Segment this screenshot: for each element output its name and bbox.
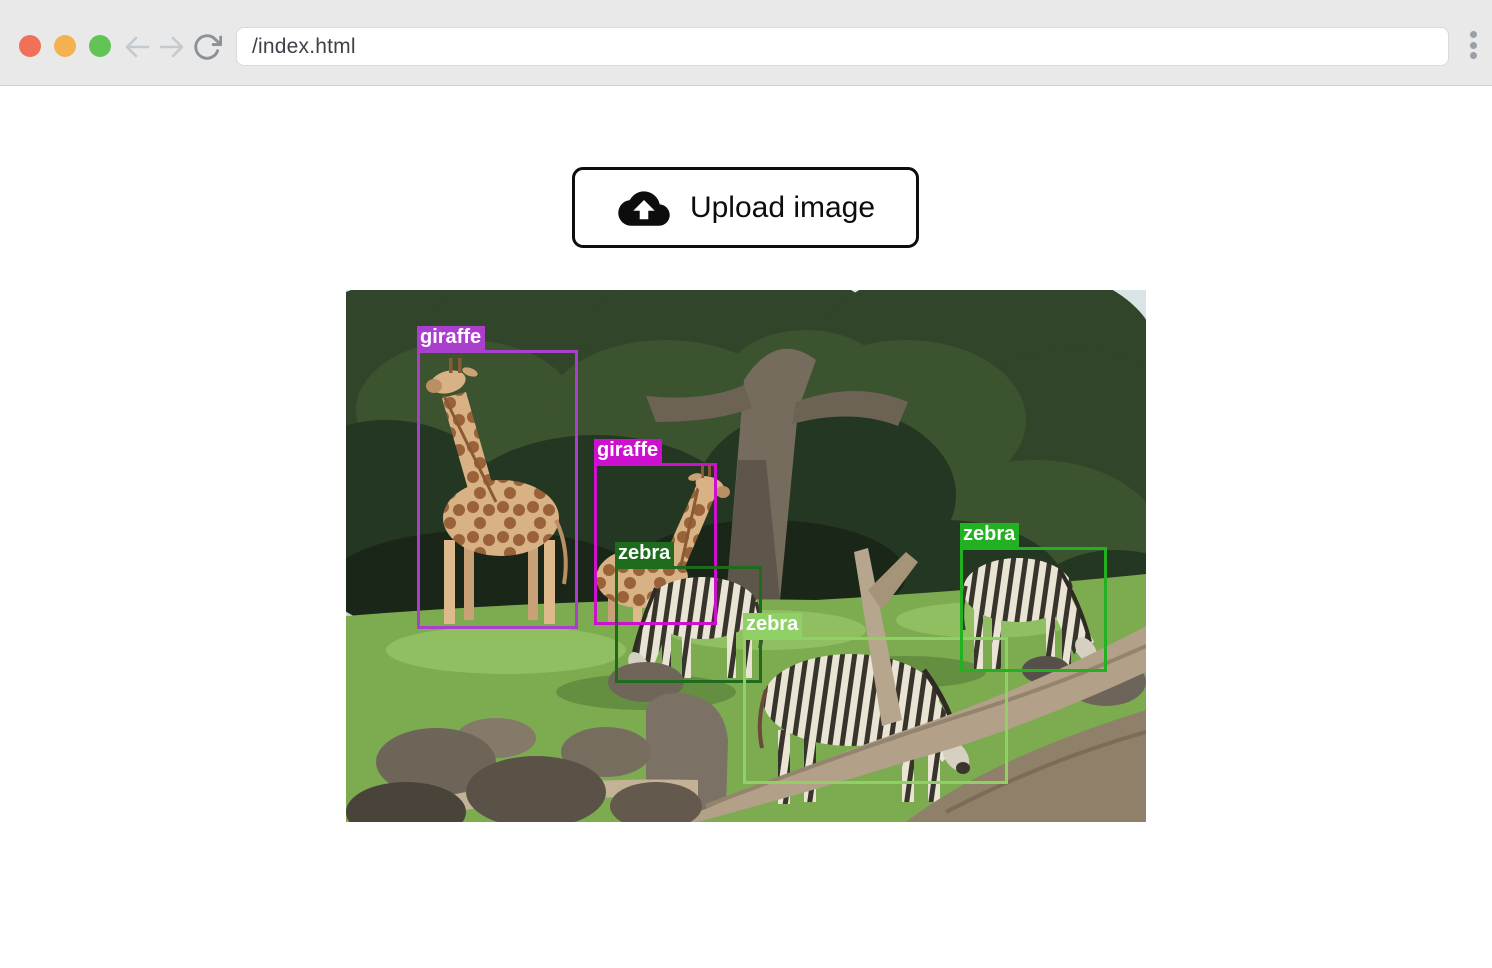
detection-label: zebra [743, 613, 802, 637]
forward-arrow-icon[interactable] [157, 32, 187, 62]
detections-layer: giraffegiraffezebrazebrazebra [346, 290, 1146, 822]
detection-label: giraffe [417, 326, 485, 350]
url-text: /index.html [252, 35, 356, 59]
reload-icon[interactable] [192, 32, 222, 62]
detection-box: zebra [960, 547, 1107, 672]
detection-box: zebra [615, 566, 762, 683]
upload-button-label: Upload image [690, 191, 875, 225]
uploaded-image-preview: giraffegiraffezebrazebrazebra [346, 290, 1146, 822]
close-window-button[interactable] [19, 35, 41, 57]
minimize-window-button[interactable] [54, 35, 76, 57]
kebab-menu-icon[interactable] [1464, 30, 1482, 60]
detection-label: zebra [960, 523, 1019, 547]
browser-toolbar: /index.html [0, 0, 1492, 86]
address-bar[interactable]: /index.html [236, 27, 1449, 66]
nav-controls [122, 32, 222, 62]
detection-box: giraffe [417, 350, 578, 629]
detection-label: zebra [615, 542, 674, 566]
zoom-window-button[interactable] [89, 35, 111, 57]
upload-image-button[interactable]: Upload image [572, 167, 919, 248]
window-controls [19, 35, 111, 57]
back-arrow-icon[interactable] [122, 32, 152, 62]
detection-label: giraffe [594, 439, 662, 463]
cloud-upload-icon [616, 185, 672, 230]
